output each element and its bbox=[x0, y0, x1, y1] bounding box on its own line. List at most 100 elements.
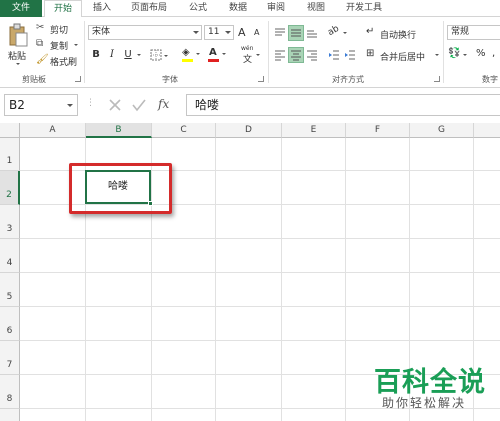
column-header-a[interactable]: A bbox=[20, 123, 86, 138]
cancel-icon[interactable] bbox=[108, 98, 122, 112]
row-number: 3 bbox=[6, 224, 13, 234]
merge-center-dropdown-arrow[interactable] bbox=[435, 54, 439, 56]
paste-icon bbox=[9, 23, 28, 47]
paint-bucket-icon: ◈ bbox=[182, 47, 190, 58]
column-header-e[interactable]: E bbox=[282, 123, 346, 138]
align-right-icon bbox=[307, 50, 317, 61]
tab-view[interactable]: 视图 bbox=[298, 0, 334, 17]
tab-formulas[interactable]: 公式 bbox=[180, 0, 216, 17]
format-painter-button[interactable]: 🖌 格式刷 bbox=[36, 53, 82, 68]
wrap-text-button[interactable]: ↵ 自动换行 bbox=[366, 25, 436, 41]
grow-font-button[interactable]: A bbox=[238, 26, 246, 39]
column-header-g[interactable]: G bbox=[410, 123, 474, 138]
number-format-select[interactable]: 常规 bbox=[447, 25, 500, 40]
name-box[interactable]: B2 bbox=[4, 94, 78, 116]
align-middle-icon bbox=[291, 29, 301, 37]
font-size-select[interactable]: 11 bbox=[204, 25, 234, 40]
alignment-dialog-launcher[interactable] bbox=[434, 76, 440, 82]
orientation-dropdown-arrow[interactable] bbox=[343, 32, 347, 34]
paste-label: 粘贴 bbox=[8, 52, 27, 62]
insert-function-button[interactable]: fx bbox=[158, 97, 169, 111]
clipboard-dialog-launcher[interactable] bbox=[75, 76, 81, 82]
row-header-partial[interactable] bbox=[0, 409, 20, 421]
accounting-dropdown-arrow[interactable] bbox=[463, 54, 467, 56]
tab-insert[interactable]: 插入 bbox=[84, 0, 120, 17]
copy-dropdown-arrow[interactable] bbox=[74, 44, 78, 46]
row-header-2[interactable]: 2 bbox=[0, 171, 20, 205]
underline-dropdown-arrow[interactable] bbox=[137, 54, 141, 56]
column-header-d[interactable]: D bbox=[216, 123, 282, 138]
font-color-dropdown-arrow[interactable] bbox=[222, 53, 226, 55]
row-number: 8 bbox=[6, 394, 13, 404]
paste-button[interactable]: 粘贴 bbox=[6, 21, 30, 69]
row-header-5[interactable]: 5 bbox=[0, 273, 20, 307]
fill-color-dropdown-arrow[interactable] bbox=[196, 53, 200, 55]
copy-icon: ⧉ bbox=[36, 38, 44, 49]
cut-button[interactable]: ✂ 剪切 bbox=[36, 21, 76, 36]
copy-button[interactable]: ⧉ 复制 bbox=[36, 37, 84, 52]
column-header-f[interactable]: F bbox=[346, 123, 410, 138]
align-top-button[interactable] bbox=[272, 25, 288, 41]
number-format-value: 常规 bbox=[451, 27, 470, 37]
font-dialog-launcher[interactable] bbox=[258, 76, 264, 82]
row-header-8[interactable]: 8 bbox=[0, 375, 20, 409]
percent-button[interactable]: % bbox=[476, 48, 486, 59]
ribbon-tabs: 文件 开始 插入 页面布局 公式 数据 审阅 视图 开发工具 bbox=[0, 0, 500, 18]
align-middle-button[interactable] bbox=[288, 25, 304, 41]
tab-home[interactable]: 开始 bbox=[44, 0, 82, 18]
drag-handle-icon[interactable]: ⋮ bbox=[86, 98, 95, 108]
row-header-3[interactable]: 3 bbox=[0, 205, 20, 239]
phonetic-dropdown-arrow[interactable] bbox=[256, 54, 260, 56]
tab-file[interactable]: 文件 bbox=[0, 0, 42, 17]
font-color-icon: A bbox=[209, 47, 217, 58]
align-left-button[interactable] bbox=[272, 47, 288, 63]
align-bottom-button[interactable] bbox=[304, 25, 320, 41]
tab-developer[interactable]: 开发工具 bbox=[338, 0, 390, 17]
column-header-b[interactable]: B bbox=[86, 123, 152, 138]
tab-page-layout[interactable]: 页面布局 bbox=[122, 0, 176, 17]
accounting-format-button[interactable]: 💱 bbox=[448, 47, 470, 63]
underline-button[interactable]: U bbox=[120, 47, 136, 63]
gridline bbox=[20, 306, 500, 307]
align-right-button[interactable] bbox=[304, 47, 320, 63]
decrease-indent-button[interactable] bbox=[326, 47, 342, 63]
name-box-value: B2 bbox=[9, 98, 25, 112]
column-header-partial[interactable] bbox=[474, 123, 500, 138]
row-header-6[interactable]: 6 bbox=[0, 307, 20, 341]
font-size-value: 11 bbox=[208, 27, 220, 37]
font-name-select[interactable]: 宋体 bbox=[88, 25, 202, 40]
align-left-icon bbox=[275, 50, 285, 61]
formula-bar: B2 ⋮ fx 哈喽 bbox=[0, 89, 500, 121]
watermark: 百科全说 助你轻松解决 bbox=[374, 360, 494, 420]
formula-value: 哈喽 bbox=[195, 98, 220, 112]
borders-button[interactable] bbox=[150, 49, 170, 63]
chevron-down-icon bbox=[67, 104, 73, 107]
comma-style-button[interactable]: , bbox=[492, 48, 495, 59]
orientation-button[interactable]: ab bbox=[326, 24, 348, 41]
cut-label: 剪切 bbox=[50, 26, 69, 36]
tab-data[interactable]: 数据 bbox=[220, 0, 256, 17]
increase-indent-icon bbox=[345, 50, 355, 60]
group-separator bbox=[84, 21, 85, 83]
column-header-c[interactable]: C bbox=[152, 123, 216, 138]
borders-dropdown-arrow[interactable] bbox=[164, 55, 168, 57]
row-header-4[interactable]: 4 bbox=[0, 239, 20, 273]
merge-center-button[interactable]: ⊞ 合并后居中 bbox=[366, 47, 440, 63]
formula-input[interactable]: 哈喽 bbox=[186, 94, 500, 116]
align-center-button[interactable] bbox=[288, 47, 304, 63]
enter-icon[interactable] bbox=[132, 98, 146, 112]
font-color-button[interactable]: A bbox=[208, 47, 230, 63]
increase-indent-button[interactable] bbox=[342, 47, 358, 63]
ribbon: 粘贴 ✂ 剪切 ⧉ 复制 🖌 格式刷 剪贴板 宋体 11 A A B I U ◈… bbox=[0, 17, 500, 88]
phonetic-button[interactable]: wén 文 bbox=[240, 45, 262, 65]
shrink-font-button[interactable]: A bbox=[254, 28, 259, 37]
bold-button[interactable]: B bbox=[88, 47, 104, 63]
tab-review[interactable]: 审阅 bbox=[258, 0, 294, 17]
row-header-1[interactable]: 1 bbox=[0, 138, 20, 171]
select-all-button[interactable] bbox=[0, 123, 20, 138]
font-name-value: 宋体 bbox=[92, 27, 111, 37]
paste-dropdown-arrow[interactable] bbox=[16, 63, 20, 65]
row-header-7[interactable]: 7 bbox=[0, 341, 20, 375]
italic-button[interactable]: I bbox=[104, 47, 120, 63]
fill-color-button[interactable]: ◈ bbox=[182, 47, 204, 63]
